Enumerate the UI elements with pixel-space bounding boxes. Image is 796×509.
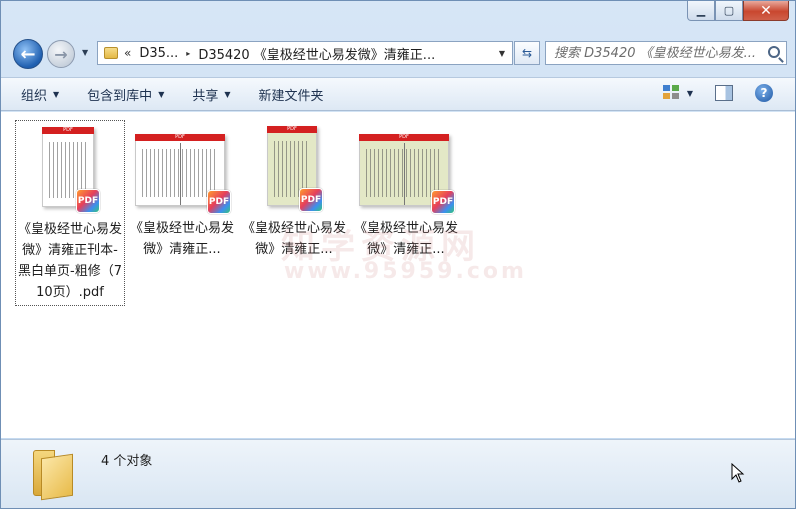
file-thumbnail: PDF PDF: [16, 121, 124, 219]
explorer-window: ▁ ▢ ✕ ← → ▼ « D35... ▸ D35420 《皇极经世心易发微》…: [0, 0, 796, 509]
breadcrumb-item-parent[interactable]: D35...: [139, 46, 178, 61]
share-label: 共享: [192, 88, 219, 104]
navigation-bar: ← → ▼ « D35... ▸ D35420 《皇极经世心易发微》清雍正...…: [1, 37, 795, 69]
search-icon[interactable]: [768, 46, 780, 58]
maximize-button[interactable]: ▢: [715, 1, 743, 21]
file-item[interactable]: PDF PDF 《皇极经世心易发微》清雍正...: [127, 120, 237, 262]
help-icon[interactable]: ?: [755, 84, 773, 102]
file-thumbnail: PDF PDF: [239, 120, 349, 218]
refresh-button[interactable]: ⇆: [514, 41, 540, 65]
search-input[interactable]: [554, 45, 764, 61]
minimize-button[interactable]: ▁: [687, 1, 715, 21]
file-thumbnail: PDF PDF: [127, 120, 237, 218]
new-folder-label: 新建文件夹: [258, 88, 324, 104]
forward-button[interactable]: →: [47, 40, 75, 68]
breadcrumb-overflow[interactable]: «: [124, 46, 131, 60]
caption-buttons: ▁ ▢ ✕: [687, 1, 789, 21]
address-bar[interactable]: « D35... ▸ D35420 《皇极经世心易发微》清雍正... ▼: [97, 41, 513, 65]
chevron-down-icon: ▼: [224, 89, 231, 99]
watermark-url: www.95959.com: [284, 259, 527, 284]
pdf-icon: PDF: [76, 189, 100, 213]
address-history-dropdown[interactable]: ▼: [492, 49, 512, 58]
recent-pages-dropdown[interactable]: ▼: [82, 48, 88, 57]
pdf-header-bar: PDF: [359, 134, 449, 141]
pdf-header-bar: PDF: [42, 127, 94, 134]
share-menu[interactable]: 共享 ▼: [192, 85, 230, 104]
folder-icon: [33, 450, 73, 501]
view-options-dropdown[interactable]: ▼: [687, 89, 693, 98]
details-pane: 4 个对象: [1, 439, 795, 508]
refresh-icon: ⇆: [521, 46, 533, 60]
pdf-header-bar: PDF: [267, 126, 317, 133]
item-count-status: 4 个对象: [101, 454, 153, 469]
pdf-icon: PDF: [207, 190, 231, 214]
chevron-down-icon: ▼: [158, 89, 165, 99]
view-controls: ▼ ?: [662, 84, 773, 102]
pdf-icon: PDF: [299, 188, 323, 212]
close-button[interactable]: ✕: [743, 1, 789, 21]
back-button[interactable]: ←: [13, 39, 43, 69]
chevron-down-icon: ▼: [53, 89, 60, 99]
file-list-view[interactable]: PDF PDF 《皇极经世心易发微》清雍正刊本-黑白单页-粗修（710页）.pd…: [1, 112, 795, 438]
organize-label: 组织: [21, 88, 48, 104]
command-bar: 组织 ▼ 包含到库中 ▼ 共享 ▼ 新建文件夹 ▼ ?: [1, 77, 795, 111]
file-name[interactable]: 《皇极经世心易发微》清雍正刊本-黑白单页-粗修（710页）.pdf: [16, 219, 124, 305]
new-folder-button[interactable]: 新建文件夹: [259, 85, 324, 104]
search-box[interactable]: [545, 41, 787, 65]
arrow-left-icon: ←: [20, 43, 36, 65]
include-in-library-menu[interactable]: 包含到库中 ▼: [87, 85, 164, 104]
change-view-icon[interactable]: [662, 85, 681, 101]
breadcrumb-separator[interactable]: ▸: [186, 49, 190, 58]
include-in-library-label: 包含到库中: [87, 88, 153, 104]
file-name[interactable]: 《皇极经世心易发微》清雍正...: [127, 218, 237, 262]
organize-menu[interactable]: 组织 ▼: [21, 85, 59, 104]
folder-icon: [104, 47, 118, 59]
preview-pane-icon[interactable]: [715, 85, 733, 101]
pdf-icon: PDF: [431, 190, 455, 214]
arrow-right-icon: →: [54, 44, 68, 64]
breadcrumb-item-current[interactable]: D35420 《皇极经世心易发微》清雍正...: [198, 44, 492, 63]
pdf-header-bar: PDF: [135, 134, 225, 141]
file-thumbnail: PDF PDF: [351, 120, 461, 218]
file-item[interactable]: PDF PDF 《皇极经世心易发微》清雍正刊本-黑白单页-粗修（710页）.pd…: [15, 120, 125, 306]
